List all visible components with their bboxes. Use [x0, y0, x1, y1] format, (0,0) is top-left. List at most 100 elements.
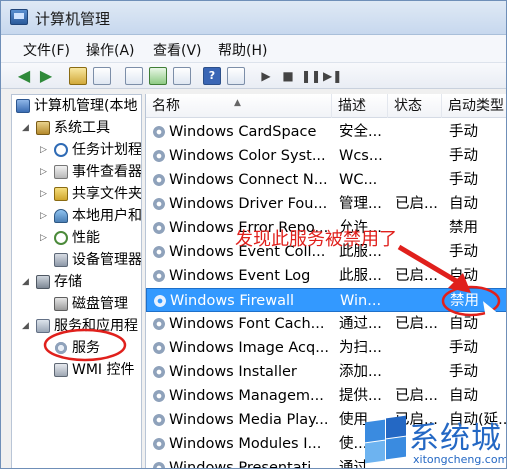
service-startup-cell: 自动: [449, 268, 478, 284]
computer-management-window: 计算机管理 文件(F) 操作(A) 查看(V) 帮助(H) ◀ ▶ ? ▶ ■ …: [0, 0, 507, 469]
back-arrow-icon[interactable]: ◀: [15, 67, 33, 85]
service-name-cell: Windows Firewall: [170, 293, 295, 309]
service-gear-icon: [152, 413, 166, 427]
stop-service-icon[interactable]: ■: [279, 67, 297, 85]
service-description-cell: Wcs...: [339, 148, 383, 164]
table-row[interactable]: Windows Connect N... WC... 手动: [146, 168, 506, 192]
service-startup-cell: 手动: [449, 124, 478, 140]
navigation-tree: 计算机管理(本地 ◢ 系统工具 ▷ 任务计划程 ▷ 事件查看器 ▷ 共享文件夹 …: [11, 94, 142, 468]
refresh-icon[interactable]: [149, 67, 167, 85]
service-gear-icon: [152, 173, 166, 187]
help-icon[interactable]: ?: [203, 67, 221, 85]
service-gear-icon: [152, 269, 166, 283]
windows-logo-icon: [361, 415, 407, 464]
service-gear-icon: [152, 341, 166, 355]
service-startup-cell: 自动: [449, 196, 478, 212]
column-header-name[interactable]: 名称 ▲: [146, 94, 332, 118]
column-header-startup-type[interactable]: 启动类型: [442, 94, 506, 118]
service-startup-cell: 禁用: [450, 293, 479, 309]
service-description-cell: 为扫...: [339, 340, 382, 356]
properties-icon[interactable]: [125, 67, 143, 85]
service-description-cell: 添加...: [339, 364, 382, 380]
service-name-cell: Windows Color Syst...: [169, 148, 326, 164]
table-row[interactable]: Windows Image Acq... 为扫... 手动: [146, 336, 506, 360]
restart-service-icon[interactable]: ▶❚: [323, 67, 342, 85]
service-name-cell: Windows Managem...: [169, 388, 324, 404]
column-header-description[interactable]: 描述: [332, 94, 388, 118]
up-folder-icon[interactable]: [69, 67, 87, 85]
disk-management-icon: [54, 297, 68, 311]
device-manager-icon: [54, 253, 68, 267]
service-description-cell: Win...: [340, 293, 382, 309]
computer-management-app-icon: [10, 9, 28, 25]
menu-file[interactable]: 文件(F): [23, 40, 70, 60]
shared-folders-icon: [54, 187, 68, 201]
task-scheduler-icon: [54, 143, 68, 157]
service-status-cell: 已启...: [395, 316, 438, 332]
window-title: 计算机管理: [35, 10, 111, 28]
service-description-cell: 管理...: [339, 196, 382, 212]
performance-icon: [54, 231, 68, 245]
annotation-text: 发现此服务被禁用了: [235, 229, 397, 250]
expand-triangle-icon[interactable]: ▷: [40, 227, 50, 249]
title-bar: 计算机管理: [1, 1, 506, 35]
list-header: 名称 ▲ 描述 状态 启动类型: [146, 94, 506, 118]
service-description-cell: WC...: [339, 172, 378, 188]
menu-action[interactable]: 操作(A): [86, 40, 135, 60]
menu-view[interactable]: 查看(V): [153, 40, 202, 60]
watermark-brand: 系统城: [409, 421, 502, 456]
collapse-triangle-icon[interactable]: ◢: [22, 117, 32, 139]
service-name-cell: Windows Connect N...: [169, 172, 328, 188]
pause-service-icon[interactable]: ❚❚: [301, 67, 321, 85]
service-name-cell: Windows Image Acq...: [169, 340, 330, 356]
table-row[interactable]: Windows Firewall Win... 禁用: [146, 288, 506, 312]
table-row[interactable]: Windows Color Syst... Wcs... 手动: [146, 144, 506, 168]
forward-arrow-icon[interactable]: ▶: [37, 67, 55, 85]
service-gear-icon: [152, 389, 166, 403]
expand-triangle-icon[interactable]: ▷: [40, 205, 50, 227]
table-row[interactable]: Windows Managem... 提供... 已启... 自动: [146, 384, 506, 408]
service-gear-icon: [152, 125, 166, 139]
service-status-cell: 已启...: [395, 388, 438, 404]
collapse-triangle-icon[interactable]: ◢: [22, 315, 32, 337]
service-startup-cell: 自动: [449, 388, 478, 404]
table-row[interactable]: Windows Driver Fou... 管理... 已启... 自动: [146, 192, 506, 216]
service-gear-icon: [152, 197, 166, 211]
start-service-icon[interactable]: ▶: [257, 67, 275, 85]
table-row[interactable]: Windows CardSpace 安全... 手动: [146, 120, 506, 144]
local-users-icon: [54, 209, 68, 223]
expand-triangle-icon[interactable]: ▷: [40, 161, 50, 183]
storage-icon: [36, 275, 50, 289]
service-name-cell: Windows Driver Fou...: [169, 196, 328, 212]
service-name-cell: Windows Modules I...: [169, 436, 322, 452]
table-row[interactable]: Windows Font Cach... 通过... 已启... 自动: [146, 312, 506, 336]
service-gear-icon: [153, 294, 167, 308]
computer-management-icon: [16, 99, 30, 113]
export-list-icon[interactable]: [173, 67, 191, 85]
event-viewer-icon: [54, 165, 68, 179]
service-status-cell: 已启...: [395, 196, 438, 212]
table-row[interactable]: Windows Installer 添加... 手动: [146, 360, 506, 384]
service-gear-icon: [152, 317, 166, 331]
menu-help[interactable]: 帮助(H): [218, 40, 267, 60]
column-header-status[interactable]: 状态: [388, 94, 442, 118]
service-startup-cell: 手动: [449, 340, 478, 356]
service-startup-cell: 手动: [449, 172, 478, 188]
show-hide-tree-icon[interactable]: [93, 67, 111, 85]
action-pane-icon[interactable]: [227, 67, 245, 85]
service-description-cell: 提供...: [339, 388, 382, 404]
table-row[interactable]: Windows Event Log 此服... 已启... 自动: [146, 264, 506, 288]
service-name-cell: Windows Media Play...: [169, 412, 329, 428]
service-name-cell: Windows CardSpace: [169, 124, 317, 140]
service-description-cell: 此服...: [339, 268, 382, 284]
service-name-cell: Windows Font Cach...: [169, 316, 325, 332]
service-name-cell: Windows Event Log: [169, 268, 311, 284]
service-gear-icon: [152, 245, 166, 259]
collapse-triangle-icon[interactable]: ◢: [22, 271, 32, 293]
service-startup-cell: 手动: [449, 148, 478, 164]
expand-triangle-icon[interactable]: ▷: [40, 139, 50, 161]
toolbar: ◀ ▶ ? ▶ ■ ❚❚ ▶❚: [1, 63, 506, 89]
expand-triangle-icon[interactable]: ▷: [40, 183, 50, 205]
service-description-cell: 安全...: [339, 124, 382, 140]
menu-bar: 文件(F) 操作(A) 查看(V) 帮助(H): [1, 35, 506, 63]
